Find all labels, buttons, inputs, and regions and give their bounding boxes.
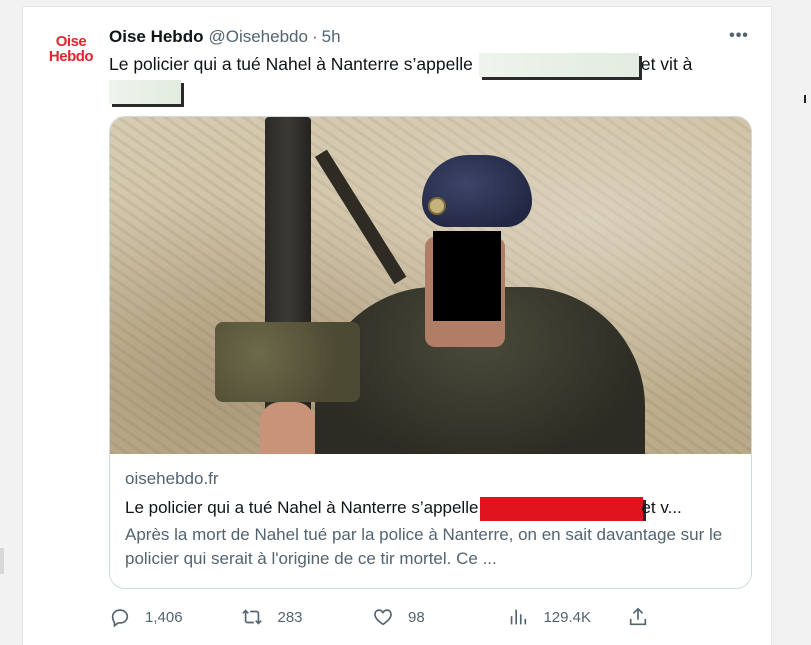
retweet-button[interactable]: 283 xyxy=(241,606,372,628)
card-domain: oisehebdo.fr xyxy=(125,469,219,488)
card-title-part-1: Le policier qui a tué Nahel à Nanterre s… xyxy=(125,498,479,517)
avatar-line-1: Oise xyxy=(55,33,87,50)
display-name[interactable]: Oise Hebdo xyxy=(109,27,203,47)
reply-count: 1,406 xyxy=(145,608,183,626)
card-image[interactable] xyxy=(110,117,751,454)
image-beret-badge xyxy=(428,197,446,215)
action-bar: 1,406 283 98 129.4K xyxy=(109,605,649,629)
views-button[interactable]: 129.4K xyxy=(507,606,627,628)
separator-dot: · xyxy=(311,27,318,46)
user-handle[interactable]: @Oisehebdo xyxy=(208,27,308,47)
link-preview-card[interactable]: oisehebdo.fr Le policier qui a tué Nahel… xyxy=(109,116,752,589)
share-button[interactable] xyxy=(627,606,649,628)
image-pouch xyxy=(215,322,360,402)
heart-icon xyxy=(374,609,392,626)
card-title-part-2: et v... xyxy=(641,498,682,517)
avatar[interactable]: Oise Hebdo xyxy=(47,29,95,69)
more-horizontal-icon: ••• xyxy=(729,27,749,44)
tweet-text-part-2: et vit à xyxy=(640,54,693,74)
image-hand xyxy=(260,402,315,454)
image-beret xyxy=(422,155,532,227)
views-icon xyxy=(511,609,527,625)
share-icon xyxy=(629,607,647,626)
tweet-header: Oise Hebdo @Oisehebdo · 5h ••• xyxy=(109,26,751,48)
tweet-text: Le policier qui a tué Nahel à Nanterre s… xyxy=(109,52,749,105)
timestamp[interactable]: 5h xyxy=(322,27,341,47)
avatar-line-2: Hebdo xyxy=(48,48,94,65)
face-censor-box xyxy=(433,231,501,321)
redaction-box-name xyxy=(478,53,639,78)
page-edge-mark xyxy=(804,95,806,103)
page-edge-mark-left xyxy=(0,548,4,574)
card-title: Le policier qui a tué Nahel à Nanterre s… xyxy=(125,496,740,521)
card-description: Après la mort de Nahel tué par la police… xyxy=(125,525,723,568)
like-count: 98 xyxy=(407,608,425,626)
image-rifle-strap xyxy=(315,149,407,285)
reply-icon xyxy=(111,609,129,628)
redaction-box-city xyxy=(109,80,181,105)
card-body[interactable]: oisehebdo.fr Le policier qui a tué Nahel… xyxy=(110,454,751,588)
tweet-text-part-1: Le policier qui a tué Nahel à Nanterre s… xyxy=(109,54,473,74)
like-button[interactable]: 98 xyxy=(372,606,507,628)
retweet-icon xyxy=(242,609,263,625)
retweet-count: 283 xyxy=(277,608,303,626)
views-count: 129.4K xyxy=(543,608,592,626)
more-options-button[interactable]: ••• xyxy=(727,24,751,48)
tweet[interactable]: Oise Hebdo Oise Hebdo @Oisehebdo · 5h ••… xyxy=(22,6,772,645)
card-redaction-box xyxy=(480,496,644,521)
reply-button[interactable]: 1,406 xyxy=(109,606,241,628)
